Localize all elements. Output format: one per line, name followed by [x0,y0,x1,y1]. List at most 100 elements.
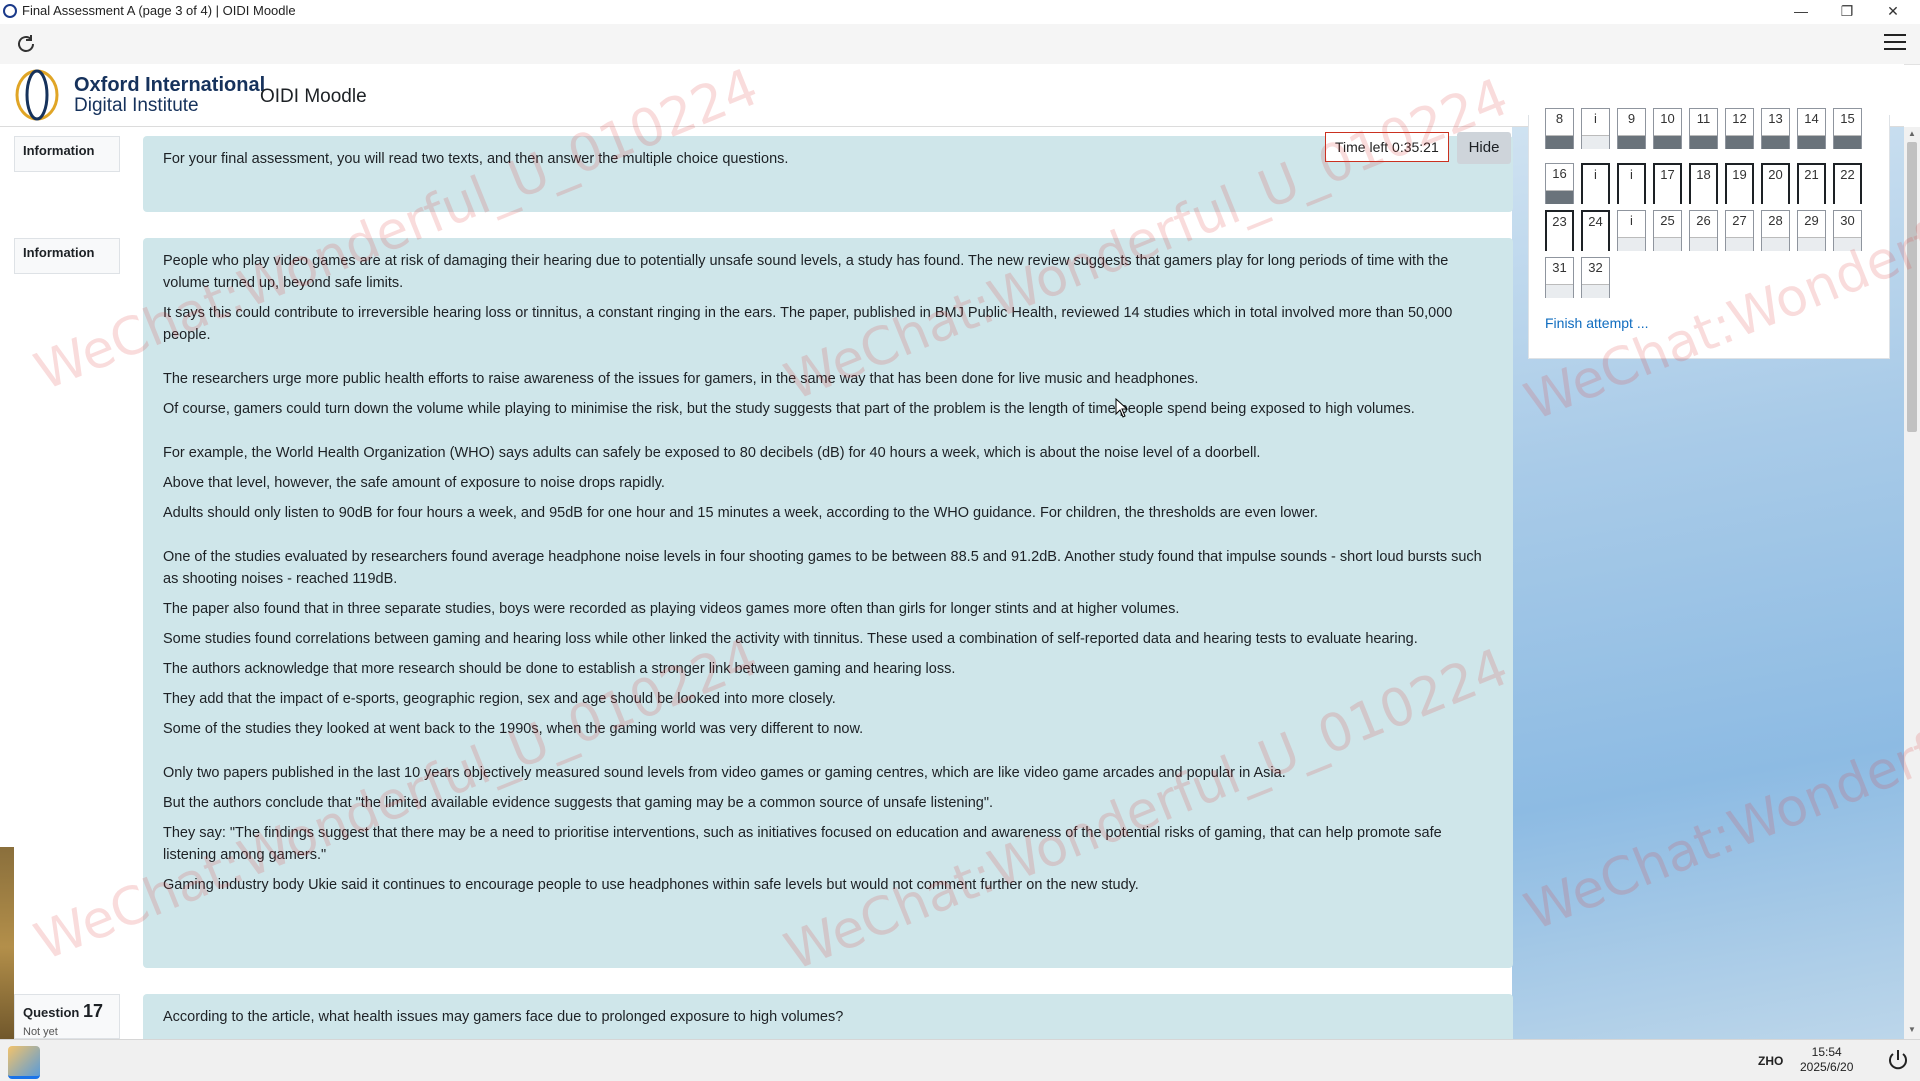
quiz-nav-state-bar [1582,135,1609,149]
quiz-nav-question-button[interactable]: 30 [1833,210,1862,251]
quiz-nav-question-button[interactable]: 29 [1797,210,1826,251]
quiz-nav-question-button[interactable]: 26 [1689,210,1718,251]
finish-attempt-link[interactable]: Finish attempt ... [1545,315,1648,331]
quiz-nav-info-button[interactable]: i [1581,108,1610,149]
quiz-nav-question-button[interactable]: 24 [1581,210,1610,251]
info-paragraph: For your final assessment, you will read… [163,151,789,167]
quiz-nav-question-button[interactable]: 12 [1725,108,1754,149]
article-paragraph: Only two papers published in the last 10… [163,765,1286,781]
question-number: 17 [82,1001,103,1021]
quiz-nav-state-bar [1655,191,1680,204]
quiz-nav-state-bar [1835,191,1860,204]
article-paragraph: Some studies found correlations between … [163,631,1418,647]
page-scrollbar[interactable]: ▲ ▼ [1904,127,1920,1039]
site-name[interactable]: OIDI Moodle [260,86,367,108]
article-paragraph: It says this could contribute to irrever… [163,305,1453,343]
quiz-nav-question-button[interactable]: 20 [1761,163,1790,204]
article-paragraph: Adults should only listen to 90dB for fo… [163,505,1319,521]
quiz-nav-question-button[interactable]: 23 [1545,210,1574,251]
quiz-nav-question-button[interactable]: 13 [1761,108,1790,149]
minimize-icon[interactable]: — [1778,0,1824,24]
article-paragraph: Of course, gamers could turn down the vo… [163,401,1415,417]
article-paragraph: Above that level, however, the safe amou… [163,475,665,491]
clock-date: 2025/6/20 [1800,1060,1854,1074]
quiz-nav-question-button[interactable]: 22 [1833,163,1862,204]
quiz-nav-button-label: 9 [1627,111,1636,126]
quiz-nav-button-label: 14 [1804,111,1819,126]
question-state: Not yet [23,1026,58,1038]
scrollbar-thumb[interactable] [1907,142,1917,432]
quiz-nav-question-button[interactable]: 11 [1689,108,1718,149]
quiz-nav-question-button[interactable]: 19 [1725,163,1754,204]
quiz-nav-question-button[interactable]: 27 [1725,210,1754,251]
quiz-nav-question-button[interactable]: 32 [1581,257,1610,298]
quiz-nav-question-button[interactable]: 8 [1545,108,1574,149]
quiz-nav-info-button[interactable]: i [1581,163,1610,204]
quiz-nav-button-label: 32 [1588,260,1603,275]
quiz-nav-question-button[interactable]: 17 [1653,163,1682,204]
quiz-nav-question-button[interactable]: 28 [1761,210,1790,251]
info-content-box: For your final assessment, you will read… [143,136,1513,212]
hide-timer-button[interactable]: Hide [1457,132,1511,164]
scroll-down-icon[interactable]: ▼ [1907,1025,1917,1035]
quiz-nav-state-bar [1547,238,1572,251]
quiz-nav-question-button[interactable]: 25 [1653,210,1682,251]
quiz-nav-info-button[interactable]: i [1617,210,1646,251]
quiz-nav-question-button[interactable]: 21 [1797,163,1826,204]
quiz-nav-button-label: 19 [1732,167,1747,182]
oidi-logo-icon[interactable] [14,69,60,121]
article-paragraph: People who play video games are at risk … [163,253,1449,291]
quiz-nav-info-button[interactable]: i [1617,163,1646,204]
menu-icon[interactable] [1884,34,1906,52]
quiz-nav-state-bar [1763,191,1788,204]
window-title: Final Assessment A (page 3 of 4) | OIDI … [22,3,296,18]
article-paragraph: They add that the impact of e-sports, ge… [163,691,836,707]
quiz-nav-question-button[interactable]: 18 [1689,163,1718,204]
quiz-nav-state-bar [1546,135,1573,149]
quiz-nav-button-label: 26 [1696,213,1711,228]
quiz-nav-question-button[interactable]: 15 [1833,108,1862,149]
power-icon[interactable] [1886,1048,1910,1072]
quiz-nav-button-label: 24 [1588,214,1603,229]
logo-text-line1: Oxford International [74,74,266,96]
quiz-nav-question-button[interactable]: 16 [1545,163,1574,204]
quiz-nav-state-bar [1798,135,1825,149]
quiz-nav-button-label: 27 [1732,213,1747,228]
quiz-nav-state-bar [1798,237,1825,251]
reload-icon[interactable] [14,32,38,56]
quiz-nav-button-label: 13 [1768,111,1783,126]
scroll-up-icon[interactable]: ▲ [1907,129,1917,139]
browser-toolbar [0,24,1920,65]
quiz-nav-question-button[interactable]: 14 [1797,108,1826,149]
taskbar-app-icon[interactable] [8,1046,40,1079]
quiz-nav-state-bar [1762,237,1789,251]
quiz-nav-button-label: 16 [1552,166,1567,181]
restore-icon[interactable]: ❐ [1824,0,1870,24]
quiz-nav-button-label: 28 [1768,213,1783,228]
quiz-nav-state-bar [1582,284,1609,298]
quiz-nav-state-bar [1690,135,1717,149]
quiz-nav-button-label: 23 [1552,214,1567,229]
quiz-nav-button-label: 30 [1840,213,1855,228]
quiz-nav-button-label: i [1594,167,1597,182]
question-prefix: Question [23,1005,80,1020]
quiz-nav-question-button[interactable]: 31 [1545,257,1574,298]
window-titlebar: Final Assessment A (page 3 of 4) | OIDI … [0,0,1920,24]
quiz-nav-button-label: 22 [1840,167,1855,182]
language-indicator[interactable]: ZHO [1758,1054,1783,1068]
close-icon[interactable]: ✕ [1870,0,1916,24]
quiz-nav-button-label: i [1630,213,1633,228]
mouse-cursor-icon [1115,398,1129,418]
quiz-nav-state-bar [1762,135,1789,149]
quiz-nav-state-bar [1618,135,1645,149]
quiz-nav-state-bar [1654,237,1681,251]
quiz-nav-question-button[interactable]: 9 [1617,108,1646,149]
quiz-nav-state-bar [1834,135,1861,149]
article-paragraph: Some of the studies they looked at went … [163,721,864,737]
quiz-nav-state-bar [1583,191,1608,204]
logo-text-line2: Digital Institute [74,95,199,116]
quiz-nav-question-button[interactable]: 10 [1653,108,1682,149]
background-photo-strip [0,847,14,1039]
quiz-nav-state-bar [1546,284,1573,298]
question-info-box: Question 17 Not yet [14,994,120,1039]
